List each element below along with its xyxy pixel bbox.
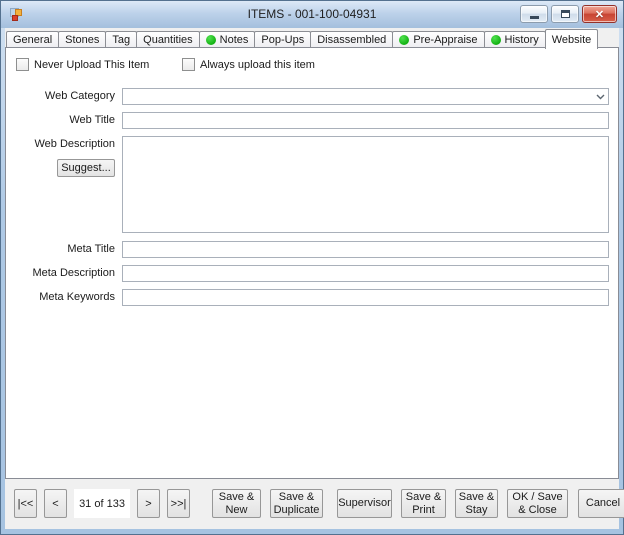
always-upload-label: Always upload this item xyxy=(200,59,315,71)
minimize-icon xyxy=(530,16,539,19)
maximize-icon xyxy=(561,10,570,18)
meta-keywords-input[interactable] xyxy=(122,289,609,306)
save-and-new-button[interactable]: Save & New xyxy=(212,489,261,518)
upload-options-row: Never Upload This Item Always upload thi… xyxy=(16,57,618,72)
close-icon: ✕ xyxy=(595,8,604,21)
window-controls: ✕ xyxy=(520,5,617,23)
meta-keywords-label: Meta Keywords xyxy=(6,289,122,303)
tab-page-website: Never Upload This Item Always upload thi… xyxy=(5,47,619,479)
app-icon xyxy=(9,7,25,23)
last-record-button[interactable]: >>| xyxy=(167,489,190,518)
tab-stones[interactable]: Stones xyxy=(58,31,106,48)
cancel-button[interactable]: Cancel xyxy=(578,489,624,518)
web-category-label: Web Category xyxy=(6,88,122,102)
button-label-line1: Save & xyxy=(219,491,254,504)
button-label-line1: Save & xyxy=(459,491,494,504)
web-category-dropdown[interactable] xyxy=(122,88,609,105)
ok-save-close-button[interactable]: OK / Save & Close xyxy=(507,489,568,518)
tab-notes[interactable]: Notes xyxy=(199,31,256,48)
never-upload-option[interactable]: Never Upload This Item xyxy=(16,58,182,71)
close-button[interactable]: ✕ xyxy=(582,5,617,23)
maximize-button[interactable] xyxy=(551,5,579,23)
meta-description-row: Meta Description xyxy=(6,265,618,282)
meta-title-row: Meta Title xyxy=(6,241,618,258)
web-description-row: Web Description Suggest... xyxy=(6,136,618,233)
never-upload-checkbox[interactable] xyxy=(16,58,29,71)
always-upload-checkbox[interactable] xyxy=(182,58,195,71)
button-label-line2: & Close xyxy=(518,504,557,517)
meta-keywords-row: Meta Keywords xyxy=(6,289,618,306)
action-buttons: Save & New Save & Duplicate Supervisor S… xyxy=(212,489,624,518)
tab-label: History xyxy=(505,34,539,46)
tab-label: Notes xyxy=(220,34,249,46)
chevron-down-icon xyxy=(592,89,608,104)
minimize-button[interactable] xyxy=(520,5,548,23)
bottom-bar: |<< < > >>| Save & New Save & Duplicate … xyxy=(5,478,619,529)
meta-title-input[interactable] xyxy=(122,241,609,258)
tab-label: Pop-Ups xyxy=(261,34,304,46)
app-icon-red-square xyxy=(12,15,18,21)
web-description-left-column: Web Description Suggest... xyxy=(6,136,122,177)
titlebar[interactable]: ITEMS - 001-100-04931 ✕ xyxy=(1,1,623,28)
tab-history[interactable]: History xyxy=(484,31,546,48)
button-label-line2: Print xyxy=(412,504,435,517)
record-navigation: |<< < > >>| xyxy=(14,489,190,518)
meta-title-label: Meta Title xyxy=(6,241,122,255)
tab-pre-appraise[interactable]: Pre-Appraise xyxy=(392,31,484,48)
tab-website[interactable]: Website xyxy=(545,29,599,49)
save-and-print-button[interactable]: Save & Print xyxy=(401,489,446,518)
tab-label: General xyxy=(13,34,52,46)
web-description-textarea[interactable] xyxy=(122,136,609,233)
tab-general[interactable]: General xyxy=(6,31,59,48)
meta-description-label: Meta Description xyxy=(6,265,122,279)
items-window: ITEMS - 001-100-04931 ✕ General Stones T… xyxy=(0,0,624,535)
button-label-line1: OK / Save xyxy=(512,491,562,504)
button-label-line1: Cancel xyxy=(586,497,620,510)
button-label-line2: New xyxy=(225,504,247,517)
web-title-input[interactable] xyxy=(122,112,609,129)
button-label-line2: Duplicate xyxy=(274,504,320,517)
tab-label: Pre-Appraise xyxy=(413,34,477,46)
tab-tag[interactable]: Tag xyxy=(105,31,137,48)
button-label-line1: Save & xyxy=(406,491,441,504)
save-and-stay-button[interactable]: Save & Stay xyxy=(455,489,498,518)
meta-description-input[interactable] xyxy=(122,265,609,282)
website-form: Web Category Web Title Web Description xyxy=(6,88,618,306)
tab-label: Website xyxy=(552,34,592,46)
save-and-duplicate-button[interactable]: Save & Duplicate xyxy=(270,489,323,518)
always-upload-option[interactable]: Always upload this item xyxy=(182,58,315,71)
button-label-line2: Stay xyxy=(465,504,487,517)
tab-label: Tag xyxy=(112,34,130,46)
button-label-line1: Supervisor xyxy=(338,497,391,510)
web-title-row: Web Title xyxy=(6,112,618,129)
green-status-dot-icon xyxy=(491,35,501,45)
previous-record-button[interactable]: < xyxy=(44,489,67,518)
first-record-button[interactable]: |<< xyxy=(14,489,37,518)
next-record-button[interactable]: > xyxy=(137,489,160,518)
tab-label: Quantities xyxy=(143,34,193,46)
button-label-line1: Save & xyxy=(279,491,314,504)
tab-label: Disassembled xyxy=(317,34,386,46)
record-position-input[interactable] xyxy=(74,489,130,518)
web-description-label: Web Description xyxy=(35,136,116,150)
supervisor-button[interactable]: Supervisor xyxy=(337,489,392,518)
suggest-button[interactable]: Suggest... xyxy=(57,159,115,177)
client-area: General Stones Tag Quantities Notes Pop-… xyxy=(5,28,619,529)
green-status-dot-icon xyxy=(399,35,409,45)
tab-quantities[interactable]: Quantities xyxy=(136,31,200,48)
never-upload-label: Never Upload This Item xyxy=(34,59,149,71)
web-category-row: Web Category xyxy=(6,88,618,105)
tab-disassembled[interactable]: Disassembled xyxy=(310,31,393,48)
tab-pop-ups[interactable]: Pop-Ups xyxy=(254,31,311,48)
green-status-dot-icon xyxy=(206,35,216,45)
tab-label: Stones xyxy=(65,34,99,46)
tab-strip: General Stones Tag Quantities Notes Pop-… xyxy=(6,30,618,48)
web-title-label: Web Title xyxy=(6,112,122,126)
